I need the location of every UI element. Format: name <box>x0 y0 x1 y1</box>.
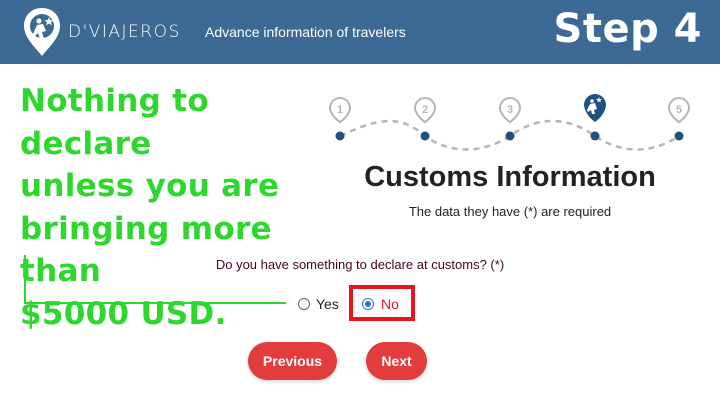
logo-icon <box>24 8 60 56</box>
progress-stepper: 1 2 3 5 <box>328 94 691 151</box>
yes-label[interactable]: Yes <box>316 296 339 312</box>
declare-question: Do you have something to declare at cust… <box>215 257 505 272</box>
annotation-line: bringing more than <box>20 210 272 290</box>
annotation-connector-horizontal <box>24 302 286 304</box>
yes-radio[interactable] <box>298 298 310 310</box>
app-header: D'VIAJEROS Advance information of travel… <box>0 0 720 64</box>
step-label: Step 4 <box>553 6 702 52</box>
annotation-line: Nothing to declare <box>20 83 209 162</box>
brand-name: D'VIAJEROS <box>68 22 181 42</box>
annotation-line: $5000 USD. <box>20 295 227 332</box>
step-2-marker: 2 <box>413 97 437 141</box>
next-button[interactable]: Next <box>366 342 427 380</box>
step-3-marker: 3 <box>498 97 522 141</box>
step-5-marker: 5 <box>667 97 691 141</box>
step-4-current-marker <box>584 94 606 141</box>
step-1-marker: 1 <box>328 97 352 141</box>
step-number: 5 <box>676 104 682 116</box>
step-number: 1 <box>337 104 343 116</box>
step-number: 2 <box>422 104 428 116</box>
annotation-note: Nothing to declare unless you are bringi… <box>20 80 320 335</box>
page-title: Customs Information <box>364 161 656 193</box>
no-label[interactable]: No <box>381 296 399 312</box>
step-number: 3 <box>507 104 513 116</box>
header-tagline: Advance information of travelers <box>205 24 406 40</box>
annotation-line: unless you are <box>20 168 280 204</box>
no-radio[interactable] <box>362 298 374 310</box>
required-note: The data they have (*) are required <box>408 204 612 219</box>
previous-button[interactable]: Previous <box>248 342 337 380</box>
annotation-connector-vertical <box>24 255 26 304</box>
